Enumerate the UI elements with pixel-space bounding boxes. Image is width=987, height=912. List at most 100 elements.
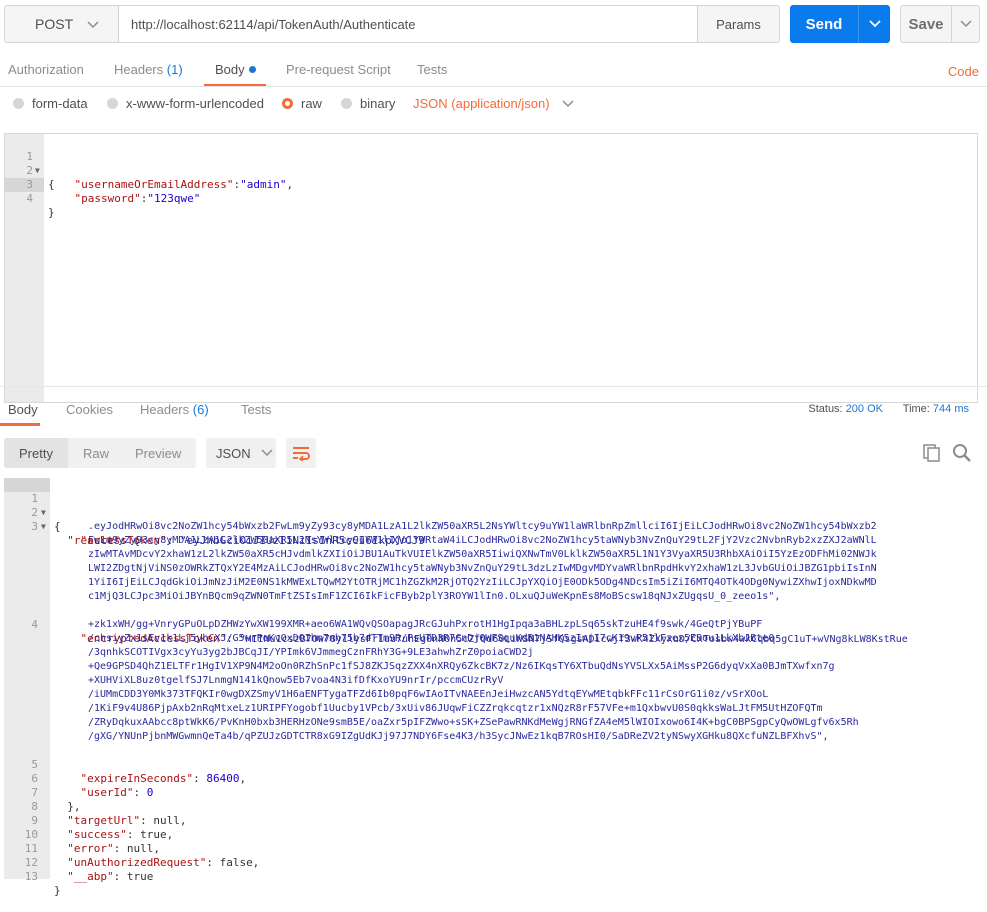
code-line: 3 "accessToken": "eyJhbGciOiJIUzI1NiIsIn… [4,506,425,547]
code-line: 13 } [4,856,61,897]
radio-label: raw [301,96,322,111]
code-line: 12 "__abp": true [4,842,154,883]
wrapped-line: /3qnhkSCOTIVgx3cyYu3yg2bJBCqJI/YPImk6VJm… [88,647,534,658]
time-value: 744 ms [932,403,969,415]
wrapped-line: +zk1xWH/gg+VnryGPuOLpDZHWzYwXW199XMR+aeo… [88,619,763,630]
code-line: 2 ▼ "result": { [4,492,140,547]
tab-tests[interactable]: Tests [417,62,447,77]
tab-authorization[interactable]: Authorization [8,62,84,77]
code-text: "password":"123qwe" [48,192,201,206]
body-type-selector: form-data x-www-form-urlencoded raw bina… [0,96,987,118]
response-format-select[interactable]: JSON [206,438,276,468]
radio-binary[interactable]: binary [341,96,395,111]
code-line: 7 }, [4,772,80,813]
response-toolbar: Pretty Raw Preview JSON [0,438,987,468]
url-text: http://localhost:62114/api/TokenAuth/Aut… [131,16,416,32]
view-raw-button[interactable]: Raw [83,446,109,461]
save-button[interactable]: Save [900,5,980,43]
time-label: Time: [902,403,930,415]
format-label: JSON [216,445,251,461]
code-link[interactable]: Code [948,64,979,79]
status-value: 200 OK [845,403,883,415]
save-dropdown-chevron-icon[interactable] [952,20,979,28]
chevron-down-icon [261,449,273,457]
code-line: 9 "success": true, [4,800,173,841]
response-status: Status: 200 OK [808,403,883,415]
code-line: 5 "expireInSeconds": 86400, [4,744,246,785]
json-value: : true [113,870,154,883]
json-key: "usernameOrEmailAddress" [74,178,234,191]
send-dropdown-chevron-icon[interactable] [859,20,890,28]
response-tab-headers-count: (6) [192,402,209,417]
wrapped-line: +Qe9GPSD4QhZ1ELTFr1HgIV1XP9N4M2oOn0RZhSn… [88,661,835,672]
radio-circle [107,98,118,109]
radio-form-data[interactable]: form-data [13,96,88,111]
wrapped-line: /iUMmCDD3Y0Mk373TFQKIr0wgDXZSmyV1H6aENFT… [88,689,769,700]
method-label: POST [35,16,74,32]
json-key: "success" [67,828,127,841]
code-text: } [48,206,55,219]
request-body-editor[interactable]: 1 ▼ { 2 "usernameOrEmailAddress":"admin"… [4,133,978,403]
json-value: 86400 [206,772,240,785]
divider [0,86,987,87]
send-label: Send [805,15,843,33]
wrapped-line: +XUHViXL8uz0tgelfSJ7LnmgN141kQnow5Eb7voa… [88,675,504,686]
code-line: 2 "usernameOrEmailAddress":"admin", [5,150,293,191]
content-type-label: JSON (application/json) [413,96,550,111]
tab-body[interactable]: Body [215,62,256,77]
wrap-lines-icon [293,447,310,461]
modified-dot-icon [248,66,256,73]
json-sep: }, [67,800,81,813]
json-sep: , [286,178,294,191]
response-time: Time: 744 ms [903,403,969,415]
wrapped-line: 1YiI6IjEiLCJqdGkiOiJmNzJiM2E0NS1kMWExLTQ… [88,577,877,588]
fold-arrow-icon[interactable]: ▼ [41,520,46,534]
search-icon[interactable] [953,444,971,465]
code-line: 1 ▼ { [5,136,54,191]
radio-urlencoded[interactable]: x-www-form-urlencoded [107,96,264,111]
json-value: : null, [140,814,187,827]
json-key: "unAuthorizedRequest" [67,856,207,869]
wrapped-line: c1MjQ3LCJpc3MiOiJBYnBQcm9qZWN0TmFtZSIsIm… [88,591,781,602]
code-line: 3 "password":"123qwe" [5,164,200,205]
response-tabs: Body Cookies Headers (6) Tests Status: 2… [0,396,987,426]
radio-label: form-data [32,96,88,111]
url-input[interactable]: http://localhost:62114/api/TokenAuth/Aut… [118,5,698,43]
wrapped-line: /gXG/YNUnPjbnMWGwmnQeTa4b/qPZUJzGDTCTR8x… [88,731,829,742]
response-tab-body[interactable]: Body [8,402,38,417]
code-text: "userId": 0 [80,786,154,799]
content-type-select[interactable]: JSON (application/json) [413,96,574,111]
response-tab-cookies[interactable]: Cookies [66,402,113,417]
radio-label: x-www-form-urlencoded [126,96,264,111]
json-value: "admin" [240,178,287,191]
response-tab-tests[interactable]: Tests [241,402,271,417]
wrap-lines-button[interactable] [286,438,316,468]
code-text: "targetUrl": null, [54,814,186,828]
view-preview-button[interactable]: Preview [135,446,181,461]
chevron-down-icon [562,99,574,107]
view-pretty-button[interactable]: Pretty [19,446,53,461]
tab-body-label: Body [215,62,245,77]
code-text: }, [54,800,81,814]
copy-icon[interactable] [923,444,941,465]
fold-arrow-icon[interactable]: ▼ [35,164,40,178]
send-button[interactable]: Send [790,5,890,43]
response-tab-headers-label: Headers [140,402,190,417]
method-select[interactable]: POST [4,5,118,43]
response-body-viewer[interactable]: 1 ▼ { 2 ▼ "result": { 3 "accessToken": "… [4,478,987,897]
params-button[interactable]: Params [698,5,780,43]
code-text: "usernameOrEmailAddress":"admin", [48,178,294,192]
wrapped-line: FwLm9yZy93cy8yMDA1LzA1L2lkZW50aXR5L2NsYW… [88,535,877,546]
code-line: 4 } [5,178,54,219]
radio-raw[interactable]: raw [282,96,322,111]
tab-headers-count: (1) [166,62,183,77]
tab-headers-label: Headers [114,62,164,77]
json-value: 0 [146,786,154,799]
response-tab-headers[interactable]: Headers (6) [140,402,209,417]
json-key: "userId" [80,786,134,799]
tab-headers[interactable]: Headers (1) [114,62,183,77]
tab-prerequest-script[interactable]: Pre-request Script [286,62,391,77]
wrapped-line: zIwMTAvMDcvY2xhaW1zL2lkZW50aXR5cHJvdmlkZ… [88,549,877,560]
fold-arrow-icon[interactable]: ▼ [41,506,46,520]
json-key: "password" [74,192,141,205]
